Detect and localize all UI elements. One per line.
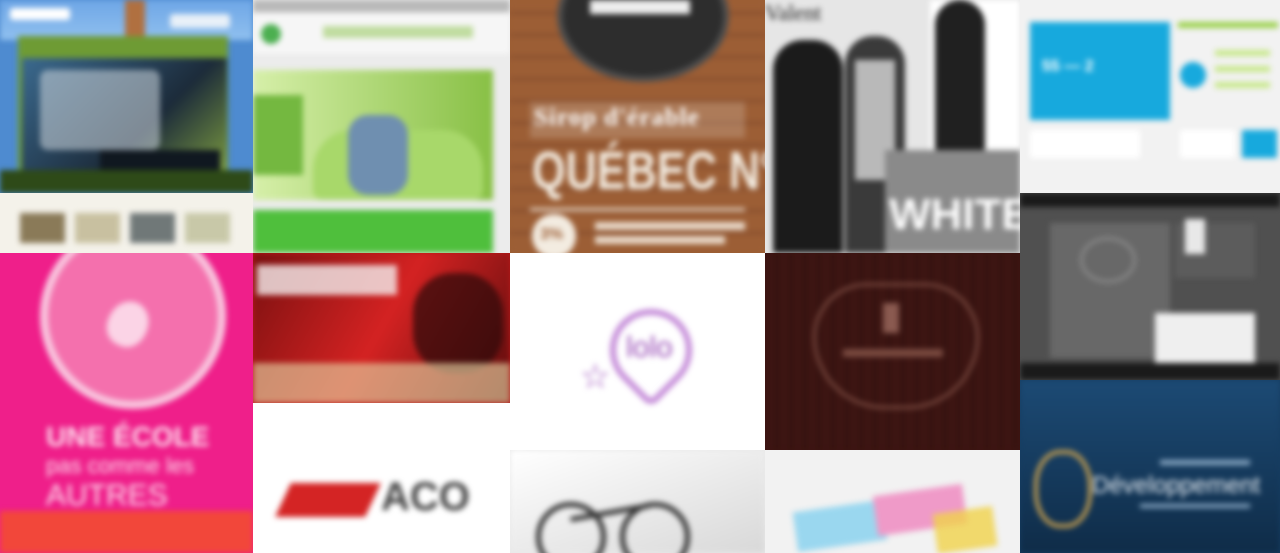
corporate-logo-text: Développement <box>1092 472 1261 499</box>
tile-bicycle-sketch[interactable] <box>510 450 765 553</box>
site-logo-icon <box>10 8 70 20</box>
tile-pink-school-poster[interactable]: UNE ÉCOLE pas comme les AUTRES <box>0 253 253 553</box>
tile-red-food-site[interactable] <box>253 253 510 403</box>
purple-logo-text: lolo <box>626 331 673 364</box>
tile-dark-heart-emblem[interactable] <box>765 253 1020 450</box>
tile-maple-syrup-poster[interactable]: Sirop d'érable QUÉBEC N°1 3% <box>510 0 765 253</box>
fashion-bottom-text: WHITE <box>889 190 1020 239</box>
tile-purple-logo[interactable]: lolo ☆ <box>510 253 765 450</box>
tile-website-car[interactable] <box>253 0 510 253</box>
poster-line-2: pas comme les <box>46 453 194 478</box>
dashboard-badge: 55 — 2 <box>1042 58 1094 75</box>
tile-teal-dashboard[interactable]: 55 — 2 <box>1020 0 1280 193</box>
chevron-logo-icon <box>275 483 381 517</box>
nav-dot-icon <box>261 24 281 44</box>
tile-gray-stationery[interactable] <box>1020 193 1280 380</box>
emblem-circle-icon <box>1080 237 1136 283</box>
heart-outline-icon <box>813 283 979 409</box>
star-icon: ☆ <box>580 358 611 396</box>
tile-blue-corporate[interactable]: Développement <box>1020 380 1280 553</box>
tile-colorful-brochure[interactable] <box>765 450 1020 553</box>
red-gray-logo-text: ACO <box>381 475 470 519</box>
percent-badge-text: 3% <box>540 226 564 243</box>
tile-fashion-bw[interactable]: Valent WHITE <box>765 0 1020 253</box>
poster-line-1: UNE ÉCOLE <box>46 421 210 452</box>
poster-subheadline: QUÉBEC N°1 <box>532 141 765 201</box>
tile-website-strip[interactable] <box>0 193 253 253</box>
tile-website-scenic[interactable] <box>0 0 253 193</box>
poster-line-3: AUTRES <box>46 479 168 512</box>
tile-red-gray-logo[interactable]: ACO <box>253 403 510 553</box>
fashion-top-text: Valent <box>765 0 822 25</box>
gold-emblem-icon <box>1034 450 1092 528</box>
dashboard-avatar-icon <box>1180 62 1206 88</box>
